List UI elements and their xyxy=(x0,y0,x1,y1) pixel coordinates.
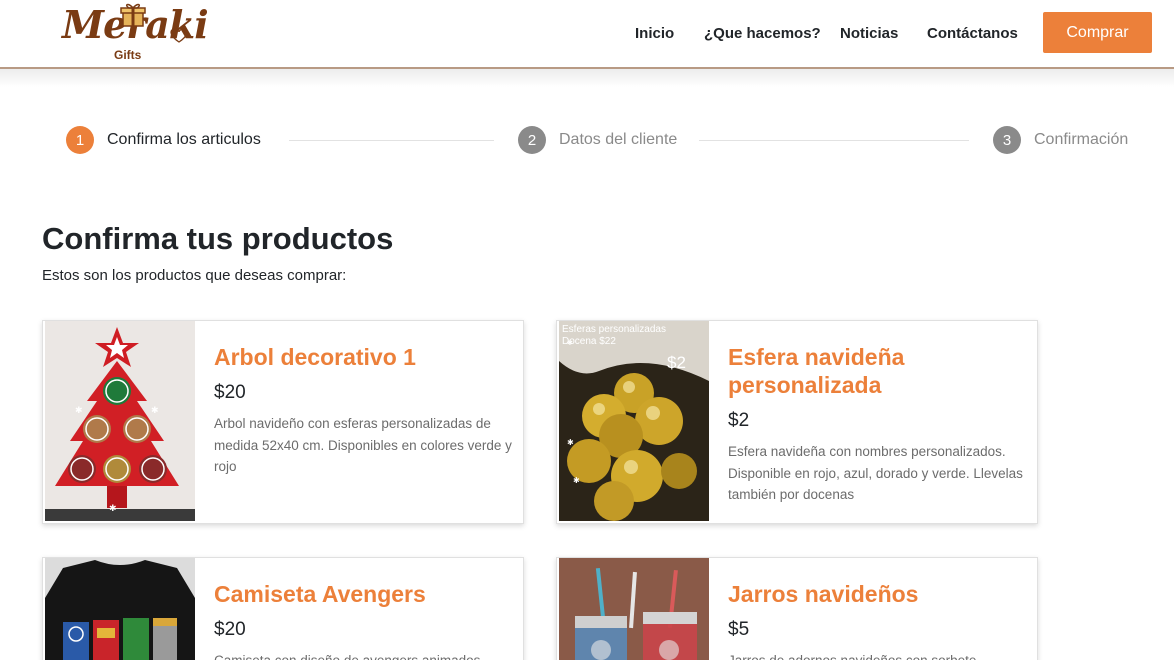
step-connector-2 xyxy=(699,140,969,141)
heart-icon xyxy=(170,28,188,43)
product-price: $2 xyxy=(728,410,750,431)
page-subtitle: Estos son los productos que deseas compr… xyxy=(42,267,347,284)
step-connector-1 xyxy=(289,140,494,141)
product-title[interactable]: Jarros navideños xyxy=(728,580,918,608)
product-image: ✱ ✱ ✱ xyxy=(45,321,195,521)
page-title: Confirma tus productos xyxy=(42,221,394,256)
product-title[interactable]: Esfera navideña personalizada xyxy=(728,343,988,399)
step-2-label: Datos del cliente xyxy=(559,131,678,148)
product-card: Jarros navideños $5 Jarros de adornos na… xyxy=(556,557,1038,660)
gift-icon xyxy=(120,3,146,27)
step-2-number: 2 xyxy=(518,126,546,154)
svg-text:✱: ✱ xyxy=(109,504,117,514)
product-description: Camiseta con diseño de avengers animados xyxy=(214,650,514,660)
product-description: Jarros de adornos navideños con sorbete xyxy=(728,650,1028,660)
image-overlay-title: Esferas personalizadas xyxy=(562,324,666,335)
header-shadow xyxy=(0,69,1174,87)
nav-contactanos[interactable]: Contáctanos xyxy=(927,25,1018,42)
buy-button[interactable]: Comprar xyxy=(1043,12,1152,53)
product-title[interactable]: Camiseta Avengers xyxy=(214,580,426,608)
svg-text:✱: ✱ xyxy=(151,406,159,416)
brand-logo[interactable]: Meraki Gifts xyxy=(62,2,209,66)
step-1-number: 1 xyxy=(66,126,94,154)
nav-noticias[interactable]: Noticias xyxy=(840,25,898,42)
product-card: ✱ ✱ ✱ Esferas personalizadas Docena $22 … xyxy=(556,320,1038,524)
step-3-number: 3 xyxy=(993,126,1021,154)
product-image xyxy=(559,558,709,660)
step-1-label: Confirma los articulos xyxy=(107,131,261,148)
brand-subtitle: Gifts xyxy=(114,48,142,62)
product-image: ✱ ✱ ✱ Esferas personalizadas Docena $22 … xyxy=(559,321,709,521)
svg-text:✱: ✱ xyxy=(573,476,580,485)
product-description: Esfera navideña con nombres personalizad… xyxy=(728,444,1023,502)
image-overlay-dozen: Docena $22 xyxy=(562,336,616,347)
image-overlay-price: $2 xyxy=(667,353,686,372)
product-image xyxy=(45,558,195,660)
step-3-label: Confirmación xyxy=(1034,131,1129,148)
product-card: ✱ ✱ ✱ Arbol decorativo 1 $20 Arbol navid… xyxy=(42,320,524,524)
product-price: $5 xyxy=(728,619,750,640)
product-description: Arbol navideño con esferas personalizada… xyxy=(214,416,512,474)
site-header: Meraki Gifts Inicio ¿Que hacemos? Notici… xyxy=(0,0,1174,69)
svg-text:✱: ✱ xyxy=(567,438,574,447)
product-price: $20 xyxy=(214,382,246,403)
nav-inicio[interactable]: Inicio xyxy=(635,25,674,42)
product-card: Camiseta Avengers $20 Camiseta con diseñ… xyxy=(42,557,524,660)
svg-text:✱: ✱ xyxy=(75,406,83,416)
product-title[interactable]: Arbol decorativo 1 xyxy=(214,343,416,371)
product-price: $20 xyxy=(214,619,246,640)
nav-que-hacemos[interactable]: ¿Que hacemos? xyxy=(704,25,821,42)
